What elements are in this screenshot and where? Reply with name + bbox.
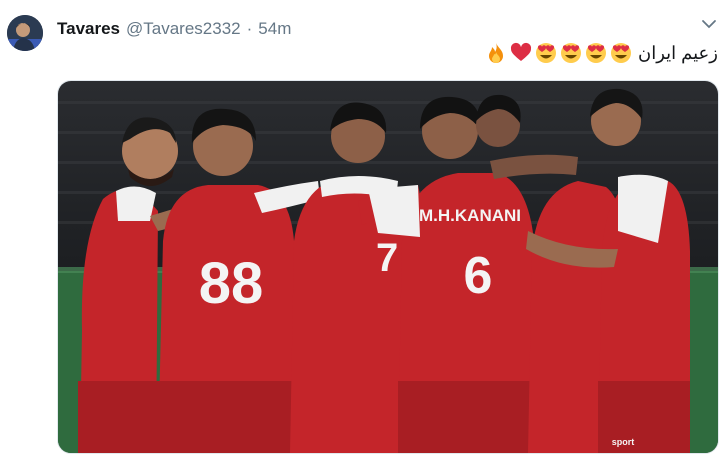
kit-badge: sport <box>612 437 635 447</box>
avatar[interactable] <box>7 15 43 51</box>
heart-eyes-emoji <box>610 43 631 63</box>
heart-eyes-emoji <box>585 43 606 63</box>
tweet-card: Tavares @Tavares2332 · 54m زعیم ایران 88… <box>0 0 728 465</box>
tweet-photo[interactable]: 88 7 M.H.KANANI 6 sport <box>57 80 719 454</box>
jersey-number-6: 6 <box>464 247 493 305</box>
jersey-name-kanani: M.H.KANANI <box>419 206 521 225</box>
tweet-text: زعیم ایران <box>485 42 718 64</box>
heart-eyes-emoji <box>535 43 556 63</box>
chevron-down-icon[interactable] <box>700 15 718 33</box>
jersey-number-88: 88 <box>199 251 264 316</box>
author-handle[interactable]: @Tavares2332 <box>126 19 241 39</box>
fire-emoji <box>488 43 503 63</box>
tweet-text-content: زعیم ایران <box>637 42 718 63</box>
timestamp[interactable]: 54m <box>258 19 291 39</box>
red-heart-emoji <box>510 42 532 61</box>
emoji-row <box>485 42 632 64</box>
partial-jersey-number: 7 <box>376 236 398 280</box>
tweet-header: Tavares @Tavares2332 · 54m <box>57 19 291 39</box>
separator-dot: · <box>246 19 253 38</box>
author-name[interactable]: Tavares <box>57 19 120 39</box>
heart-eyes-emoji <box>560 43 581 63</box>
